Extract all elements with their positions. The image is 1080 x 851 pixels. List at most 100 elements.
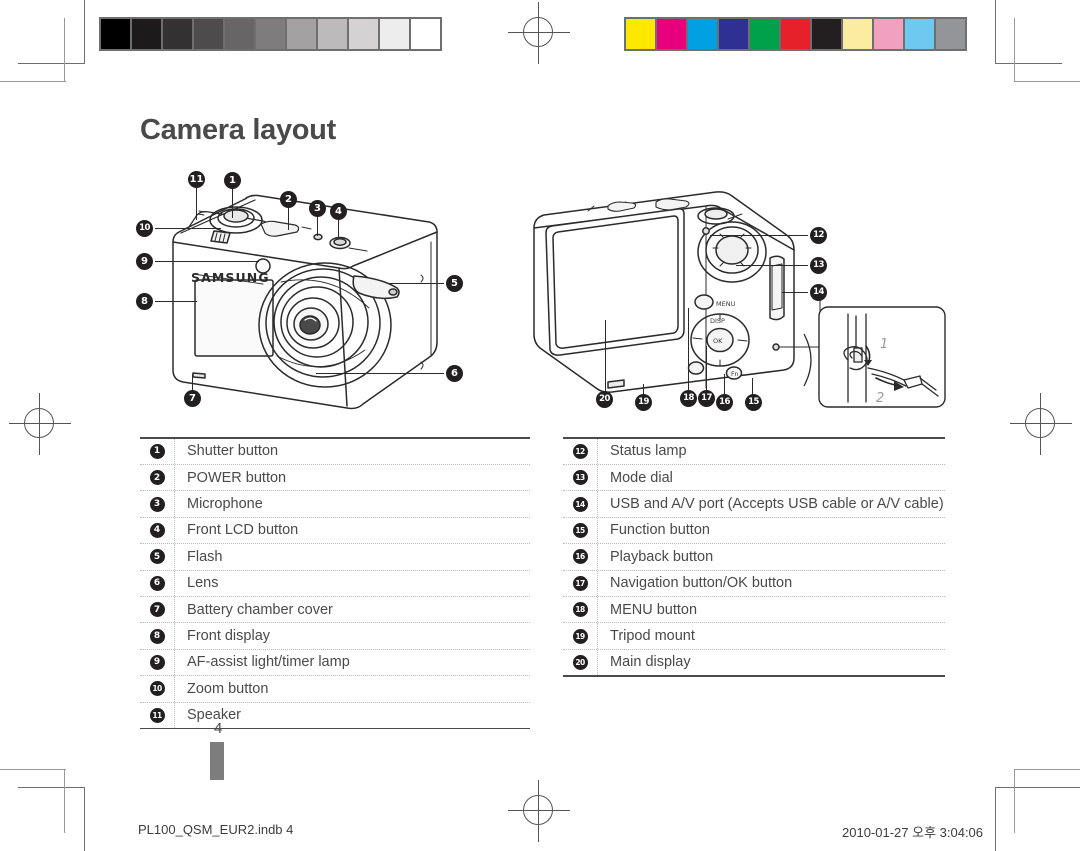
legend-bullet-icon: 11 [149, 707, 165, 723]
legend-row: 20 Main display [563, 649, 945, 676]
color-calibration-strip [624, 17, 967, 51]
registration-target-left [9, 393, 71, 455]
legend-row: 3 Microphone [140, 491, 530, 518]
strap-step-2-label: 2 [876, 391, 884, 406]
callout-label-5: 5 [451, 277, 458, 289]
callout-label-3: 3 [314, 202, 321, 214]
crop-mark-top-right-v [995, 0, 997, 64]
callout-label-11: 11 [189, 173, 204, 185]
callout-label-6: 6 [451, 367, 458, 379]
legend-number-10: 10 [140, 681, 174, 697]
callout-marker-15: 15 [745, 394, 762, 411]
legend-bullet-icon: 2 [149, 470, 165, 486]
grayscale-swatch-7 [285, 17, 318, 51]
grayscale-swatch-1 [99, 17, 132, 51]
legend-label-9: AF-assist light/timer lamp [174, 649, 530, 676]
callout-label-7: 7 [189, 392, 196, 404]
legend-number-5: 5 [140, 549, 174, 565]
legend-label-15: Function button [597, 517, 945, 544]
legend-label-6: Lens [174, 570, 530, 596]
color-swatch-11 [934, 17, 967, 51]
grayscale-swatch-11 [409, 17, 442, 51]
leader-line-18 [688, 308, 690, 392]
legend-number-9: 9 [140, 654, 174, 670]
callout-marker-11: 11 [188, 171, 205, 188]
legend-bullet-icon: 18 [572, 602, 588, 618]
callout-marker-17: 17 [698, 390, 715, 407]
callout-marker-7: 7 [184, 390, 201, 407]
callout-marker-8: 8 [136, 293, 153, 310]
callout-marker-13: 13 [810, 257, 827, 274]
callout-label-13: 13 [813, 260, 824, 271]
legend-right-column: 12 Status lamp 13 Mode dial 14 USB and A/V po… [563, 437, 945, 677]
grayscale-swatch-2 [130, 17, 163, 51]
crop-mark-bottom-left-v2 [64, 769, 66, 833]
legend-bullet-icon: 1 [149, 443, 165, 459]
callout-label-4: 4 [335, 205, 342, 217]
leader-line-7 [192, 374, 194, 391]
callout-marker-6: 6 [446, 365, 463, 382]
leader-line-16 [724, 374, 726, 396]
callout-label-10: 10 [139, 223, 150, 234]
callout-label-19: 19 [638, 397, 649, 408]
camera-back-illustration: MENU DISP OK Fn [520, 180, 840, 410]
legend-number-6: 6 [140, 575, 174, 591]
leader-line-5 [388, 283, 444, 285]
legend-right-bottom-rule [563, 675, 945, 677]
legend-bullet-icon: 14 [572, 496, 588, 512]
strap-step-1-label: 1 [880, 337, 888, 352]
legend-row: 4 Front LCD button [140, 517, 530, 545]
leader-line-10 [155, 228, 221, 230]
crop-mark-bottom-right-h2 [1014, 769, 1080, 771]
color-swatch-3 [686, 17, 719, 51]
callout-label-14: 14 [813, 287, 824, 298]
legend-row: 14 USB and A/V port (Accepts USB cable or… [563, 491, 945, 518]
svg-text:SAMSUNG: SAMSUNG [191, 270, 270, 285]
color-swatch-9 [872, 17, 905, 51]
leader-line-8 [155, 301, 197, 303]
legend-label-8: Front display [174, 623, 530, 649]
color-swatch-7 [810, 17, 843, 51]
callout-label-18: 18 [683, 393, 694, 404]
legend-number-19: 19 [563, 628, 597, 644]
legend-number-7: 7 [140, 602, 174, 618]
legend-row: 13 Mode dial [563, 464, 945, 492]
color-swatch-4 [717, 17, 750, 51]
legend-bullet-icon: 19 [572, 628, 588, 644]
leader-line-12 [710, 235, 808, 237]
legend-row: 17 Navigation button/OK button [563, 570, 945, 597]
registration-target-right [1010, 393, 1072, 455]
grayscale-swatch-8 [316, 17, 349, 51]
leader-line-4 [338, 220, 340, 238]
grayscale-swatch-3 [161, 17, 194, 51]
legend-label-4: Front LCD button [174, 517, 530, 544]
legend-label-19: Tripod mount [597, 623, 945, 649]
legend-left-bottom-rule [140, 727, 530, 730]
legend-number-3: 3 [140, 496, 174, 512]
page-title: Camera layout [140, 114, 336, 146]
legend-bullet-icon: 15 [572, 522, 588, 538]
color-swatch-2 [655, 17, 688, 51]
legend-row: 10 Zoom button [140, 676, 530, 703]
legend-label-3: Microphone [174, 491, 530, 517]
color-swatch-8 [841, 17, 874, 51]
callout-marker-20: 20 [596, 391, 613, 408]
crop-mark-top-left-h2 [0, 81, 66, 83]
legend-bullet-icon: 10 [149, 681, 165, 697]
legend-row: 12 Status lamp [563, 438, 945, 465]
legend-number-2: 2 [140, 470, 174, 486]
legend-row: 19 Tripod mount [563, 623, 945, 650]
grayscale-swatch-4 [192, 17, 225, 51]
leader-line-13 [736, 265, 808, 267]
callout-label-17: 17 [701, 393, 712, 404]
leader-line-6 [316, 373, 444, 375]
leader-line-2 [288, 208, 290, 230]
legend-row: 15 Function button [563, 517, 945, 545]
svg-text:OK: OK [713, 337, 723, 345]
leader-line-11 [196, 188, 198, 220]
callout-label-1: 1 [229, 174, 236, 186]
legend-number-1: 1 [140, 443, 174, 459]
svg-text:MENU: MENU [716, 300, 736, 308]
legend-label-7: Battery chamber cover [174, 596, 530, 623]
legend-number-11: 11 [140, 707, 174, 723]
